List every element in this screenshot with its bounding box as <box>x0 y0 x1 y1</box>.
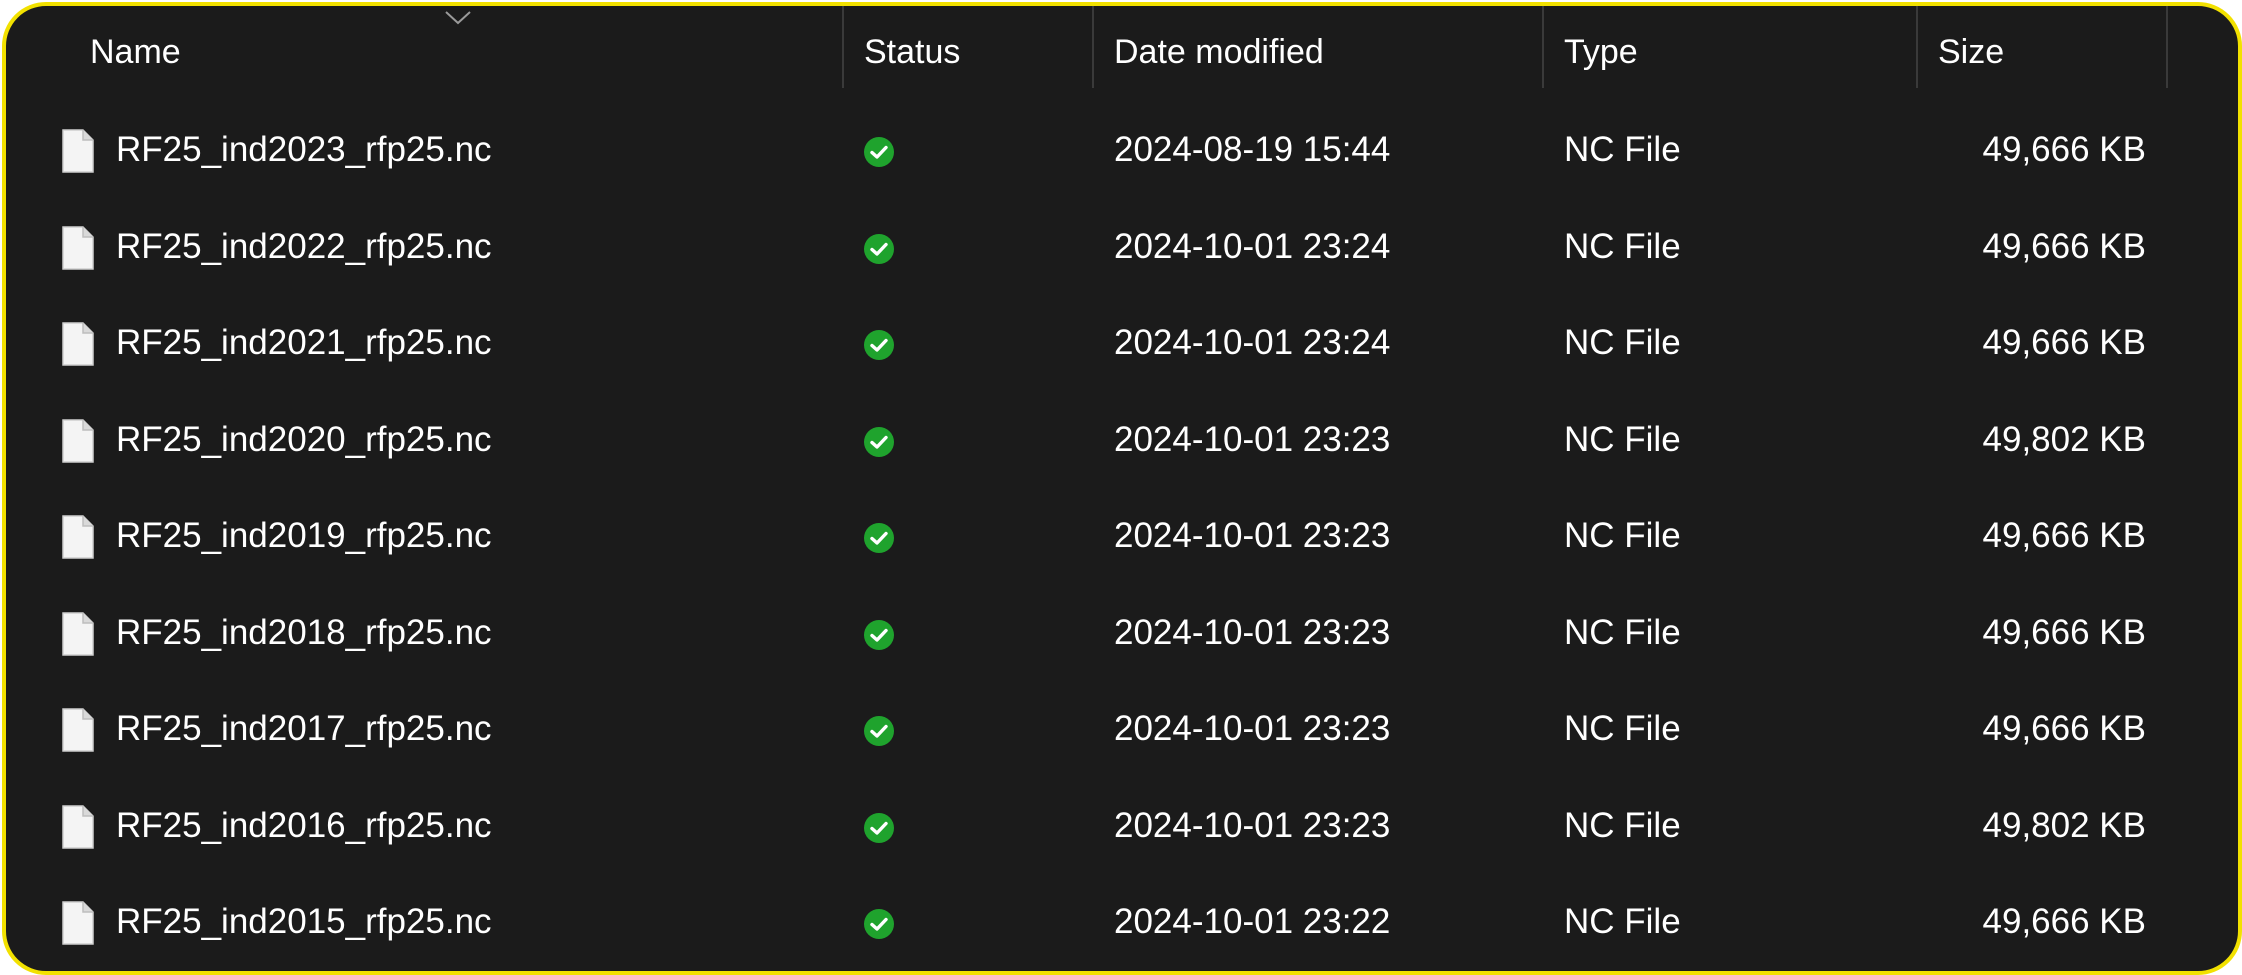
file-date-modified: 2024-08-19 15:44 <box>1114 130 1391 169</box>
column-header-name[interactable]: Name <box>90 6 181 92</box>
file-size: 49,666 KB <box>1982 130 2146 169</box>
file-row[interactable]: RF25_ind2017_rfp25.nc 2024-10-01 23:23 N… <box>6 681 2238 778</box>
file-type: NC File <box>1564 226 1681 266</box>
file-size: 49,666 KB <box>1982 902 2146 941</box>
file-date-modified: 2024-10-01 23:23 <box>1114 709 1391 748</box>
column-header-row: Name Status Date modified Type Size <box>6 6 2238 92</box>
synced-check-icon <box>864 426 894 457</box>
synced-check-icon <box>864 233 894 264</box>
file-type: NC File <box>1564 516 1681 555</box>
file-name[interactable]: RF25_ind2022_rfp25.nc <box>116 199 492 296</box>
file-type: NC File <box>1564 902 1681 941</box>
file-type: NC File <box>1564 323 1681 362</box>
file-name[interactable]: RF25_ind2016_rfp25.nc <box>116 778 492 875</box>
file-date-modified: 2024-10-01 23:22 <box>1114 902 1391 941</box>
synced-check-icon <box>864 716 894 746</box>
file-size: 49,666 KB <box>1982 709 2146 748</box>
file-name[interactable]: RF25_ind2015_rfp25.nc <box>116 874 492 971</box>
file-row[interactable]: RF25_ind2018_rfp25.nc 2024-10-01 23:23 N… <box>6 585 2238 682</box>
file-row[interactable]: RF25_ind2019_rfp25.nc 2024-10-01 23:23 N… <box>6 488 2238 585</box>
file-icon <box>62 515 94 559</box>
file-row[interactable]: RF25_ind2020_rfp25.nc 2024-10-01 23:23 N… <box>6 392 2238 489</box>
column-header-date-modified[interactable]: Date modified <box>1114 6 1324 92</box>
file-icon <box>62 225 94 270</box>
file-size: 49,666 KB <box>1982 323 2146 362</box>
file-name[interactable]: RF25_ind2023_rfp25.nc <box>116 102 492 199</box>
file-size: 49,666 KB <box>1982 226 2146 266</box>
column-header-type[interactable]: Type <box>1564 6 1638 92</box>
file-date-modified: 2024-10-01 23:23 <box>1114 805 1391 845</box>
column-divider[interactable] <box>1916 6 1918 88</box>
file-type: NC File <box>1564 130 1681 169</box>
chevron-down-icon[interactable] <box>444 10 472 26</box>
synced-check-icon <box>864 619 894 650</box>
column-header-status[interactable]: Status <box>864 6 960 92</box>
file-date-modified: 2024-10-01 23:23 <box>1114 612 1391 652</box>
column-divider[interactable] <box>842 6 844 88</box>
synced-check-icon <box>864 137 894 167</box>
file-type: NC File <box>1564 612 1681 652</box>
file-row[interactable]: RF25_ind2022_rfp25.nc 2024-10-01 23:24 N… <box>6 199 2238 296</box>
file-row[interactable]: RF25_ind2016_rfp25.nc 2024-10-01 23:23 N… <box>6 778 2238 875</box>
file-icon <box>62 129 94 173</box>
column-divider[interactable] <box>1542 6 1544 88</box>
file-name[interactable]: RF25_ind2017_rfp25.nc <box>116 681 492 778</box>
synced-check-icon <box>864 812 894 843</box>
synced-check-icon <box>864 330 894 360</box>
file-date-modified: 2024-10-01 23:23 <box>1114 516 1391 555</box>
file-name[interactable]: RF25_ind2018_rfp25.nc <box>116 585 492 682</box>
synced-check-icon <box>864 523 894 553</box>
file-type: NC File <box>1564 419 1681 459</box>
file-row[interactable]: RF25_ind2021_rfp25.nc 2024-10-01 23:24 N… <box>6 295 2238 392</box>
file-name[interactable]: RF25_ind2020_rfp25.nc <box>116 392 492 489</box>
file-size: 49,802 KB <box>1982 805 2146 845</box>
file-icon <box>62 322 94 366</box>
file-name[interactable]: RF25_ind2019_rfp25.nc <box>116 488 492 585</box>
file-size: 49,666 KB <box>1982 516 2146 555</box>
file-name[interactable]: RF25_ind2021_rfp25.nc <box>116 295 492 392</box>
file-size: 49,666 KB <box>1982 612 2146 652</box>
file-explorer-window: Name Status Date modified Type Size RF25… <box>2 2 2242 975</box>
file-icon <box>62 901 94 945</box>
file-date-modified: 2024-10-01 23:24 <box>1114 323 1391 362</box>
file-row[interactable]: RF25_ind2023_rfp25.nc 2024-08-19 15:44 N… <box>6 102 2238 199</box>
file-size: 49,802 KB <box>1982 419 2146 459</box>
column-divider[interactable] <box>2166 6 2168 88</box>
file-date-modified: 2024-10-01 23:24 <box>1114 226 1391 266</box>
file-row[interactable]: RF25_ind2015_rfp25.nc 2024-10-01 23:22 N… <box>6 874 2238 971</box>
column-header-size[interactable]: Size <box>1938 6 2004 92</box>
file-icon <box>62 708 94 752</box>
file-type: NC File <box>1564 709 1681 748</box>
column-divider[interactable] <box>1092 6 1094 88</box>
file-icon <box>62 418 94 463</box>
file-type: NC File <box>1564 805 1681 845</box>
synced-check-icon <box>864 909 894 939</box>
file-icon <box>62 611 94 656</box>
file-date-modified: 2024-10-01 23:23 <box>1114 419 1391 459</box>
file-icon <box>62 804 94 849</box>
